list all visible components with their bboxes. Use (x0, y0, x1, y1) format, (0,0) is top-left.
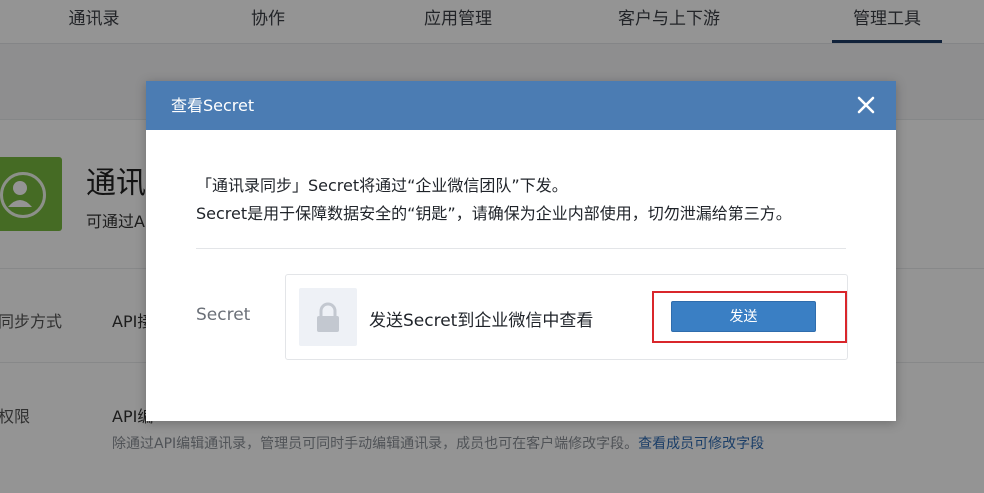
send-secret-hint: 发送Secret到企业微信中查看 (369, 311, 594, 331)
secret-label: Secret (196, 305, 251, 325)
dialog-message-line-1: 「通讯录同步」Secret将通过“企业微信团队”下发。 (196, 176, 568, 195)
send-button[interactable]: 发送 (671, 301, 816, 332)
dialog-message-line-2: Secret是用于保障数据安全的“钥匙”，请确保为企业内部使用，切勿泄漏给第三方… (196, 204, 792, 223)
page: 通讯录 协作 应用管理 客户与上下游 管理工具 通讯 可通过A 同步方式 API… (0, 0, 984, 493)
dialog-header: 查看Secret (146, 81, 896, 130)
close-icon[interactable] (854, 93, 878, 117)
lock-icon (299, 288, 357, 346)
view-secret-dialog: 查看Secret 「通讯录同步」Secret将通过“企业微信团队”下发。 Sec… (146, 81, 896, 421)
dialog-divider (196, 248, 846, 249)
dialog-title: 查看Secret (171, 96, 255, 115)
secret-field-box: 发送Secret到企业微信中查看 发送 (285, 274, 848, 360)
